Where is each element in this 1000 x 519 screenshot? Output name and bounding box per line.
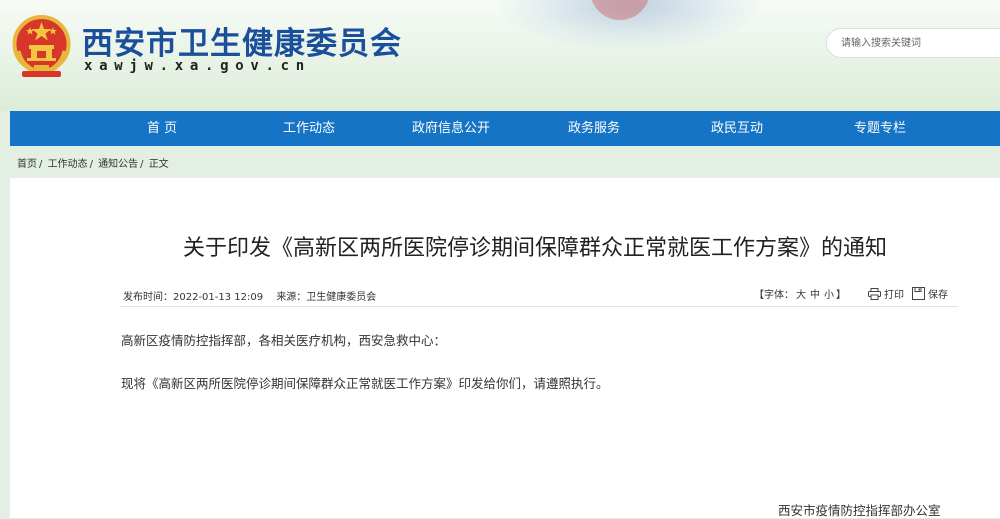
publish-time: 发布时间：2022-01-13 12:09 (123, 292, 264, 303)
nav-item-gov-info[interactable]: 政府信息公开 (412, 111, 490, 146)
article-paragraph: 高新区疫情防控指挥部，各相关医疗机构，西安急救中心： (121, 333, 447, 348)
font-size-control: 【字体：大中小】 (754, 286, 846, 301)
site-header: 西安市卫生健康委员会 xawjw.xa.gov.cn (0, 0, 1000, 111)
breadcrumb: 首页 / 工作动态 / 通知公告 / 正文 (17, 155, 169, 170)
breadcrumb-separator: / (140, 159, 144, 170)
nav-item-gov-services[interactable]: 政务服务 (568, 111, 620, 146)
main-nav: 首 页 工作动态 政府信息公开 政务服务 政民互动 专题专栏 (10, 111, 1000, 146)
site-title[interactable]: 西安市卫生健康委员会 (82, 18, 402, 63)
article-title: 关于印发《高新区两所医院停诊期间保障群众正常就医工作方案》的通知 (182, 236, 887, 261)
breadcrumb-notices[interactable]: 通知公告 (98, 159, 138, 170)
article-meta: 发布时间：2022-01-13 12:09 来源：卫生健康委员会 (123, 288, 376, 303)
font-size-suffix: 】 (836, 290, 846, 301)
article-signer: 西安市疫情防控指挥部办公室 (778, 503, 941, 518)
article-container: 关于印发《高新区两所医院停诊期间保障群众正常就医工作方案》的通知 发布时间：20… (10, 178, 1000, 518)
nav-item-interaction[interactable]: 政民互动 (711, 111, 763, 146)
breadcrumb-separator: / (39, 159, 43, 170)
print-button[interactable]: 打印 (868, 286, 904, 301)
breadcrumb-current: 正文 (148, 159, 169, 170)
font-size-medium[interactable]: 中 (810, 290, 820, 301)
national-emblem-icon[interactable] (10, 13, 73, 80)
meta-divider (120, 306, 958, 307)
search-input[interactable] (841, 35, 991, 51)
printer-icon (868, 287, 881, 300)
font-size-prefix: 【字体： (754, 290, 794, 301)
save-label: 保存 (928, 290, 948, 301)
article-source: 来源：卫生健康委员会 (276, 292, 377, 303)
article-tools: 【字体：大中小】 打印 保存 (754, 286, 948, 301)
breadcrumb-work-news[interactable]: 工作动态 (48, 159, 88, 170)
breadcrumb-separator: / (89, 159, 93, 170)
nav-item-work-news[interactable]: 工作动态 (283, 111, 335, 146)
save-icon (912, 287, 925, 300)
search-box (826, 28, 1000, 58)
nav-item-home[interactable]: 首 页 (147, 111, 177, 146)
font-size-small[interactable]: 小 (824, 290, 834, 301)
site-domain: xawjw.xa.gov.cn (84, 58, 311, 74)
print-label: 打印 (884, 290, 904, 301)
nav-item-special-topics[interactable]: 专题专栏 (854, 111, 906, 146)
save-button[interactable]: 保存 (912, 286, 948, 301)
breadcrumb-home[interactable]: 首页 (17, 159, 37, 170)
font-size-large[interactable]: 大 (796, 290, 806, 301)
article-paragraph: 现将《高新区两所医院停诊期间保障群众正常就医工作方案》印发给你们，请遵照执行。 (121, 376, 609, 391)
